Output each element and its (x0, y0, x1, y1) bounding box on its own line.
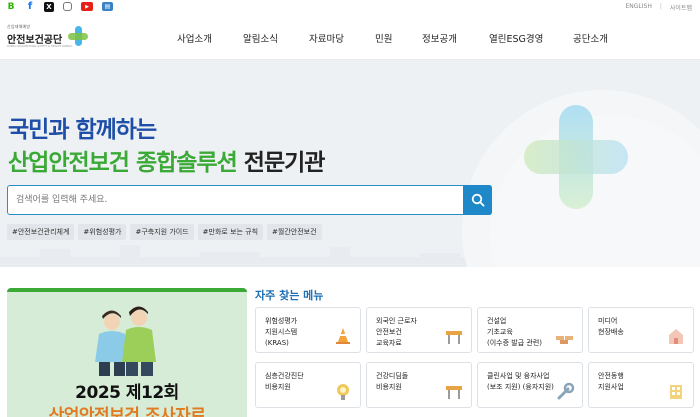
house-icon (669, 329, 683, 344)
fav-card-media[interactable]: 미디어 현장배송 (588, 307, 694, 353)
promo-title: 2025 제12회 (75, 383, 179, 403)
ebook-icon[interactable]: ▤ (102, 2, 113, 11)
fav-card-label: 건강디딤돌 비용지원 (376, 372, 409, 391)
facebook-icon[interactable]: f (25, 2, 35, 12)
sitemap-link[interactable]: 사이트맵 (670, 3, 692, 12)
wrench-icon (557, 382, 575, 400)
nav-news[interactable]: 알림소식 (243, 31, 278, 45)
nav-civil[interactable]: 민원 (375, 31, 392, 45)
fav-card-health-step[interactable]: 건강디딤돌 비용지원 (366, 362, 472, 408)
site-header: 산업재해예방 안전보건공단 KOREA OCCUPATIONAL SAFETY … (0, 14, 700, 60)
sns-links: B f X ▶ ▤ (6, 2, 113, 12)
hashtag-item[interactable]: #안전보건관리체계 (7, 224, 75, 240)
fav-card-label: 미디어 현장배송 (598, 317, 624, 336)
favorites-title: 자주 찾는 메뉴 (255, 289, 324, 302)
fav-card-construction[interactable]: 건설업 기초교육 (이수증 발급 관련) (477, 307, 583, 353)
blog-icon[interactable]: B (6, 2, 16, 12)
hero-section: 국민과 함께하는 산업안전보건 종합솔루션 전문기관 #안전보건관리체계 #위험… (0, 60, 700, 267)
nav-business[interactable]: 사업소개 (177, 31, 212, 45)
search-icon (471, 193, 485, 207)
search-button[interactable] (463, 184, 492, 215)
nav-esg[interactable]: 열린ESG경영 (489, 31, 543, 45)
nav-disclosure[interactable]: 정보공개 (422, 31, 457, 45)
fav-card-clean[interactable]: 클린사업 및 융자사업 (보조 지원) (융자지원) (477, 362, 583, 408)
fav-card-safety-partner[interactable]: 안전동행 지원사업 (588, 362, 694, 408)
top-utility-bar: B f X ▶ ▤ ENGLISH | 사이트맵 (0, 0, 700, 14)
fav-card-foreign[interactable]: 외국인 근로자 안전보건 교육자료 (366, 307, 472, 353)
fav-card-label: 건설업 기초교육 (이수증 발급 관련) (487, 317, 542, 347)
main-nav: 사업소개 알림소식 자료마당 민원 정보공개 열린ESG경영 공단소개 (0, 14, 700, 60)
hashtag-item[interactable]: #만화로 보는 규칙 (197, 224, 264, 240)
hero-subheadline-green: 산업안전보건 종합솔루션 (8, 150, 238, 176)
search-input[interactable] (16, 192, 456, 208)
hashtag-item[interactable]: #월간안전보건 (267, 224, 322, 240)
barrier-icon (446, 331, 462, 344)
hashtag-list: #안전보건관리체계 #위험성평가 #구축지원 가이드 #만화로 보는 규칙 #월… (7, 224, 322, 240)
medal-icon (337, 384, 349, 400)
fav-card-label: 안전동행 지원사업 (598, 372, 624, 391)
lower-section: 2025 제12회 산업안전보건 조사자료 자주 찾는 메뉴 위험성평가 지원시… (0, 267, 700, 417)
building-icon (670, 385, 682, 399)
cone-icon (336, 328, 350, 344)
fav-card-health-exam[interactable]: 심층건강진단 비용지원 (255, 362, 361, 408)
search-box (7, 184, 492, 215)
bricks-icon (556, 336, 573, 344)
fav-card-label: 외국인 근로자 안전보건 교육자료 (376, 317, 417, 347)
barrier-icon (446, 386, 462, 399)
promo-subtitle: 산업안전보건 조사자료 (48, 406, 206, 417)
fav-card-label: 위험성평가 지원시스템 (KRAS) (265, 317, 298, 347)
hashtag-item[interactable]: #구축지원 가이드 (130, 224, 194, 240)
hashtag-item[interactable]: #위험성평가 (78, 224, 127, 240)
nav-about[interactable]: 공단소개 (573, 31, 608, 45)
x-icon[interactable]: X (44, 2, 54, 12)
promo-banner[interactable]: 2025 제12회 산업안전보건 조사자료 (7, 288, 247, 417)
utility-links: ENGLISH | 사이트맵 (626, 3, 693, 12)
util-separator: | (659, 3, 662, 10)
hero-cross-icon (524, 105, 628, 209)
youtube-icon[interactable]: ▶ (81, 2, 93, 11)
hero-subheadline-dark: 전문기관 (236, 150, 326, 176)
english-link[interactable]: ENGLISH (626, 3, 652, 12)
hero-headline: 국민과 함께하는 (8, 117, 157, 143)
fav-card-label: 클린사업 및 융자사업 (보조 지원) (융자지원) (487, 372, 554, 391)
nav-resources[interactable]: 자료마당 (309, 31, 344, 45)
instagram-icon[interactable] (63, 2, 72, 11)
fav-card-kras[interactable]: 위험성평가 지원시스템 (KRAS) (255, 307, 361, 353)
fav-card-label: 심층건강진단 비용지원 (265, 372, 304, 391)
hero-subheadline: 산업안전보건 종합솔루션 전문기관 (8, 143, 326, 177)
